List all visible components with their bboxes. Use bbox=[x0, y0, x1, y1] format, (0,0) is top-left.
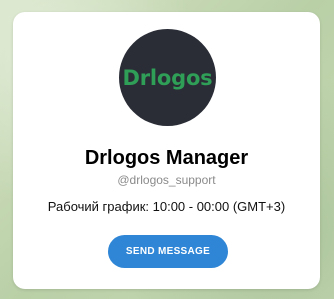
profile-name: Drlogos Manager bbox=[84, 147, 249, 169]
send-message-label: SEND MESSAGE bbox=[125, 246, 211, 257]
avatar-logo-text: Drlogos bbox=[122, 65, 213, 90]
send-message-button[interactable]: SEND MESSAGE bbox=[108, 235, 228, 268]
avatar: Drlogos bbox=[119, 29, 216, 126]
profile-username: @drlogos_support bbox=[117, 173, 216, 187]
profile-bio: Рабочий график: 10:00 - 00:00 (GMT+3) bbox=[47, 199, 286, 214]
profile-card: Drlogos Drlogos Manager @drlogos_support… bbox=[13, 12, 320, 289]
